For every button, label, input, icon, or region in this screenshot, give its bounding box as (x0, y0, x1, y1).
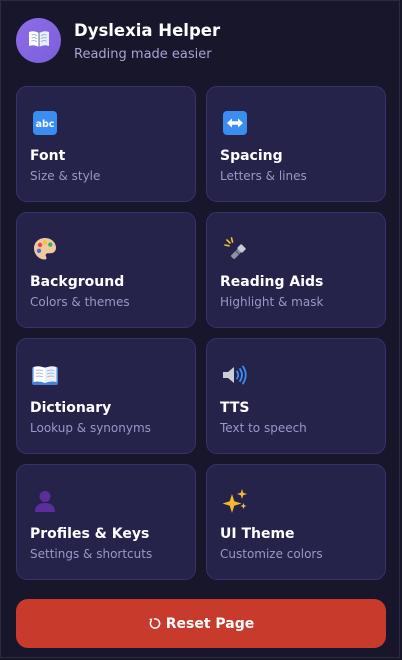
card-title: UI Theme (220, 526, 295, 542)
profiles-keys-card[interactable]: Profiles & Keys Settings & shortcuts (16, 464, 196, 580)
card-title: Profiles & Keys (30, 526, 150, 542)
dictionary-card[interactable]: Dictionary Lookup & synonyms (16, 338, 196, 454)
card-title: Spacing (220, 148, 283, 164)
sparkles-icon (221, 487, 249, 515)
card-description: Settings & shortcuts (30, 547, 153, 561)
left-right-arrow-icon (221, 109, 249, 137)
extension-popup: Dyslexia Helper Reading made easier abc … (0, 0, 400, 658)
svg-text:abc: abc (36, 119, 55, 130)
card-title: Background (30, 274, 125, 290)
card-description: Customize colors (220, 547, 323, 561)
reset-page-button[interactable]: Reset Page (16, 599, 386, 648)
palette-icon (31, 235, 59, 263)
flashlight-icon (221, 235, 249, 263)
card-description: Letters & lines (220, 169, 307, 183)
background-card[interactable]: Background Colors & themes (16, 212, 196, 328)
speaker-icon (221, 361, 249, 389)
app-title: Dyslexia Helper (74, 20, 221, 40)
ui-theme-card[interactable]: UI Theme Customize colors (206, 464, 386, 580)
card-description: Lookup & synonyms (30, 421, 151, 435)
card-title: TTS (220, 400, 250, 416)
font-card[interactable]: abc Font Size & style (16, 86, 196, 202)
app-subtitle: Reading made easier (74, 46, 212, 62)
card-title: Dictionary (30, 400, 112, 416)
app-logo (16, 18, 61, 63)
open-book-icon (28, 30, 50, 52)
card-description: Highlight & mask (220, 295, 324, 309)
person-silhouette-icon (31, 487, 59, 515)
card-title: Font (30, 148, 66, 164)
feature-grid: abc Font Size & style Spacing Letters & … (16, 86, 386, 580)
card-description: Size & style (30, 169, 101, 183)
spacing-card[interactable]: Spacing Letters & lines (206, 86, 386, 202)
card-title: Reading Aids (220, 274, 324, 290)
card-description: Text to speech (220, 421, 307, 435)
open-book-icon (31, 361, 59, 389)
tts-card[interactable]: TTS Text to speech (206, 338, 386, 454)
header: Dyslexia Helper Reading made easier (16, 18, 220, 63)
card-description: Colors & themes (30, 295, 130, 309)
reset-page-label: Reset Page (165, 615, 255, 632)
abc-icon: abc (31, 109, 59, 137)
refresh-icon (148, 617, 161, 630)
reading-aids-card[interactable]: Reading Aids Highlight & mask (206, 212, 386, 328)
